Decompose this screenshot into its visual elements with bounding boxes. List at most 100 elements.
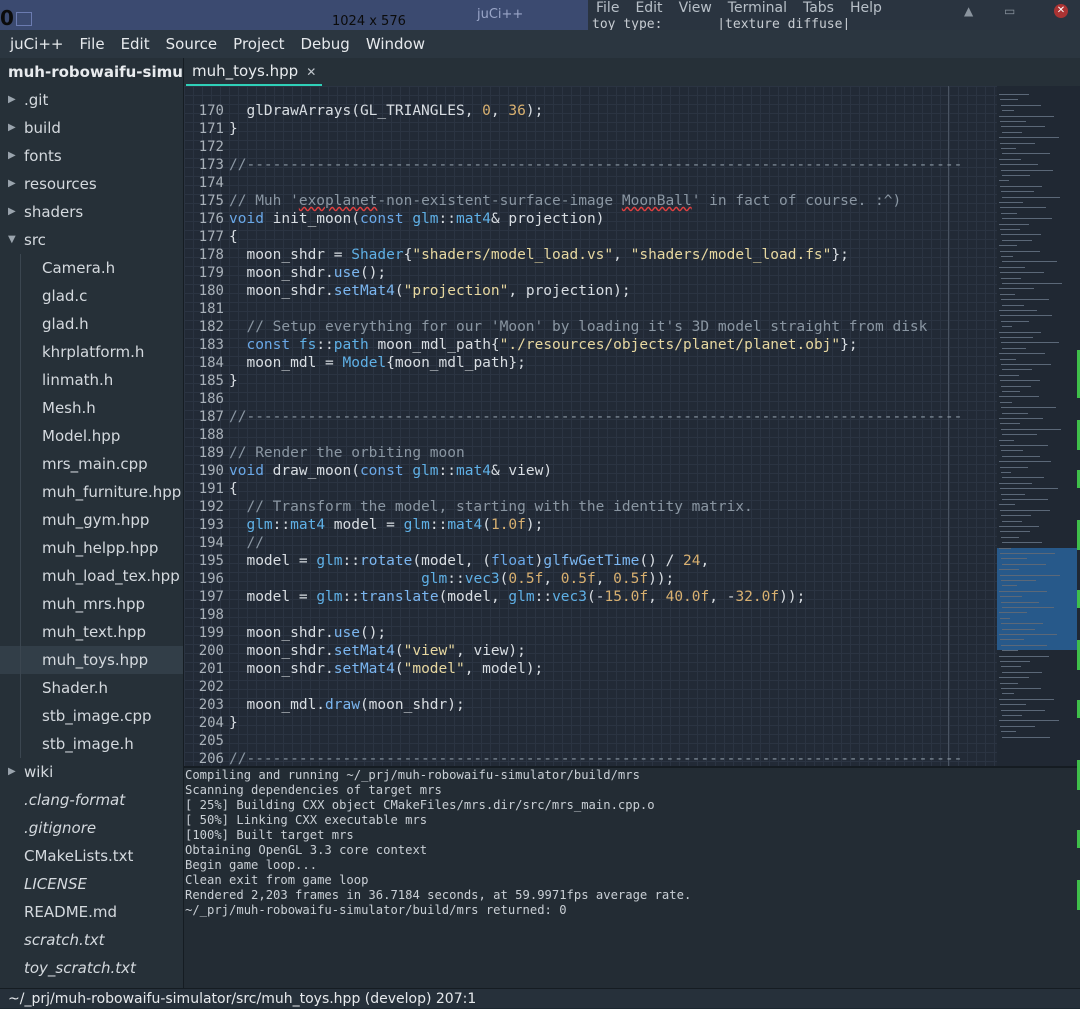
project-title[interactable]: muh-robowaifu-simulator bbox=[0, 58, 183, 86]
code-line[interactable]: moon_shdr.setMat4("view", view); bbox=[229, 642, 525, 660]
code-line[interactable]: moon_shdr.setMat4("model", model); bbox=[229, 660, 543, 678]
tree-file[interactable]: muh_mrs.hpp bbox=[0, 590, 183, 618]
tree-file[interactable]: README.md bbox=[0, 898, 183, 926]
tree-file[interactable]: muh_text.hpp bbox=[0, 618, 183, 646]
tree-file[interactable]: khrplatform.h bbox=[0, 338, 183, 366]
code-line[interactable]: moon_mdl = Model{moon_mdl_path}; bbox=[229, 354, 525, 372]
tree-folder[interactable]: ▶ resources bbox=[0, 170, 183, 198]
code-line[interactable]: moon_shdr.setMat4("projection", projecti… bbox=[229, 282, 630, 300]
bg-menu-help[interactable]: Help bbox=[850, 0, 882, 16]
minimap-line bbox=[999, 612, 1027, 614]
tree-file[interactable]: stb_image.cpp bbox=[0, 702, 183, 730]
code-line[interactable]: // bbox=[229, 534, 263, 552]
tree-file[interactable]: muh_toys.hpp bbox=[0, 646, 183, 674]
minimap-line bbox=[1000, 617, 1010, 619]
expand-arrow-icon[interactable]: ▶ bbox=[8, 86, 16, 114]
tree-folder[interactable]: ▶ shaders bbox=[0, 198, 183, 226]
minimap-line bbox=[999, 569, 1019, 571]
minimap-line bbox=[1002, 499, 1048, 500]
code-line[interactable]: model = glm::rotate(model, (float)glfwGe… bbox=[229, 552, 709, 570]
code-line[interactable]: moon_shdr = Shader{"shaders/model_load.v… bbox=[229, 246, 848, 264]
tree-file[interactable]: linmath.h bbox=[0, 366, 183, 394]
tree-folder[interactable]: ▶ build bbox=[0, 114, 183, 142]
tree-file[interactable]: glad.c bbox=[0, 282, 183, 310]
code-line[interactable]: glm::vec3(0.5f, 0.5f, 0.5f)); bbox=[229, 570, 674, 588]
bg-menu-tabs[interactable]: Tabs bbox=[803, 0, 834, 16]
code-line[interactable]: moon_shdr.use(); bbox=[229, 624, 386, 642]
expand-arrow-icon[interactable]: ▶ bbox=[8, 198, 16, 226]
tree-file[interactable]: Mesh.h bbox=[0, 394, 183, 422]
menu-project[interactable]: Project bbox=[225, 30, 292, 58]
bg-menu-edit[interactable]: Edit bbox=[635, 0, 662, 16]
code-line[interactable]: { bbox=[229, 480, 238, 498]
tree-folder[interactable]: ▶ wiki bbox=[0, 758, 183, 786]
close-tab-icon[interactable]: ✕ bbox=[306, 65, 316, 79]
bg-menu-view[interactable]: View bbox=[679, 0, 712, 16]
code-line[interactable]: //--------------------------------------… bbox=[229, 156, 962, 174]
collapse-arrow-icon[interactable]: ▼ bbox=[8, 226, 16, 254]
code-line[interactable]: // Render the orbiting moon bbox=[229, 444, 465, 462]
line-number: 201 bbox=[198, 661, 224, 677]
code-line[interactable]: const fs::path moon_mdl_path{"./resource… bbox=[229, 336, 857, 354]
tree-file[interactable]: muh_furniture.hpp bbox=[0, 478, 183, 506]
tree-file[interactable]: glad.h bbox=[0, 310, 183, 338]
code-line[interactable]: { bbox=[229, 228, 238, 246]
tree-file[interactable]: muh_load_tex.hpp bbox=[0, 562, 183, 590]
code-line[interactable]: //--------------------------------------… bbox=[229, 750, 962, 766]
menu-source[interactable]: Source bbox=[158, 30, 226, 58]
minimap-line bbox=[1000, 725, 1035, 727]
tree-file[interactable]: .gitignore bbox=[0, 814, 183, 842]
tree-folder[interactable]: ▶ .git bbox=[0, 86, 183, 114]
minimap[interactable] bbox=[997, 86, 1080, 766]
tree-file[interactable]: LICENSE bbox=[0, 870, 183, 898]
bg-menu-terminal[interactable]: Terminal bbox=[728, 0, 787, 16]
menu-file[interactable]: File bbox=[71, 30, 112, 58]
tree-file[interactable]: Model.hpp bbox=[0, 422, 183, 450]
expand-arrow-icon[interactable]: ▶ bbox=[8, 114, 16, 142]
code-line[interactable]: model = glm::translate(model, glm::vec3(… bbox=[229, 588, 805, 606]
minimap-line bbox=[1002, 455, 1040, 457]
minimap-line bbox=[999, 590, 1047, 592]
tree-folder[interactable]: ▶ fonts bbox=[0, 142, 183, 170]
minimap-line bbox=[1002, 261, 1057, 263]
code-line[interactable]: void draw_moon(const glm::mat4& view) bbox=[229, 462, 552, 480]
code-line[interactable]: } bbox=[229, 120, 238, 138]
minimize-icon[interactable]: ▲ bbox=[964, 4, 973, 18]
tab-muh-toys[interactable]: muh_toys.hpp ✕ bbox=[186, 58, 323, 87]
tree-file[interactable]: Camera.h bbox=[0, 254, 183, 282]
tree-file[interactable]: Shader.h bbox=[0, 674, 183, 702]
menu-edit[interactable]: Edit bbox=[113, 30, 158, 58]
tree-file[interactable]: scratch.txt bbox=[0, 926, 183, 954]
menu-jucipp[interactable]: juCi++ bbox=[0, 30, 71, 58]
code-line[interactable]: // Muh 'exoplanet-non-existent-surface-i… bbox=[229, 192, 901, 210]
code-line[interactable]: // Setup everything for our 'Moon' by lo… bbox=[229, 318, 927, 336]
code-line[interactable]: } bbox=[229, 714, 238, 732]
maximize-icon[interactable]: ▭ bbox=[1004, 4, 1015, 18]
code-line[interactable]: // Transform the model, starting with th… bbox=[229, 498, 752, 516]
menu-debug[interactable]: Debug bbox=[292, 30, 357, 58]
code-line[interactable]: void init_moon(const glm::mat4& projecti… bbox=[229, 210, 604, 228]
line-number: 182 bbox=[198, 319, 224, 335]
code-line[interactable]: //--------------------------------------… bbox=[229, 408, 962, 426]
code-editor[interactable]: 170 glDrawArrays(GL_TRIANGLES, 0, 36); 17… bbox=[184, 86, 997, 766]
tree-file[interactable]: muh_gym.hpp bbox=[0, 506, 183, 534]
tree-file[interactable]: .clang-format bbox=[0, 786, 183, 814]
code-line[interactable]: moon_shdr.use(); bbox=[229, 264, 386, 282]
tree-file[interactable]: muh_helpp.hpp bbox=[0, 534, 183, 562]
close-window-icon[interactable]: ✕ bbox=[1054, 4, 1068, 18]
code-line[interactable]: glm::mat4 model = glm::mat4(1.0f); bbox=[229, 516, 543, 534]
expand-arrow-icon[interactable]: ▶ bbox=[8, 142, 16, 170]
code-line[interactable]: glDrawArrays(GL_TRIANGLES, 0, 36); bbox=[229, 102, 543, 120]
tree-file[interactable]: toy_scratch.txt bbox=[0, 954, 183, 982]
tree-folder[interactable]: ▼ src bbox=[0, 226, 183, 254]
expand-arrow-icon[interactable]: ▶ bbox=[8, 758, 16, 786]
menu-window[interactable]: Window bbox=[358, 30, 433, 58]
expand-arrow-icon[interactable]: ▶ bbox=[8, 170, 16, 198]
tree-file[interactable]: mrs_main.cpp bbox=[0, 450, 183, 478]
tree-file[interactable]: CMakeLists.txt bbox=[0, 842, 183, 870]
code-line[interactable]: } bbox=[229, 372, 238, 390]
code-line[interactable]: moon_mdl.draw(moon_shdr); bbox=[229, 696, 464, 714]
bg-menu-file[interactable]: File bbox=[596, 0, 619, 16]
tree-file[interactable]: stb_image.h bbox=[0, 730, 183, 758]
terminal-output[interactable]: Compiling and running ~/_prj/muh-robowai… bbox=[184, 766, 1080, 990]
